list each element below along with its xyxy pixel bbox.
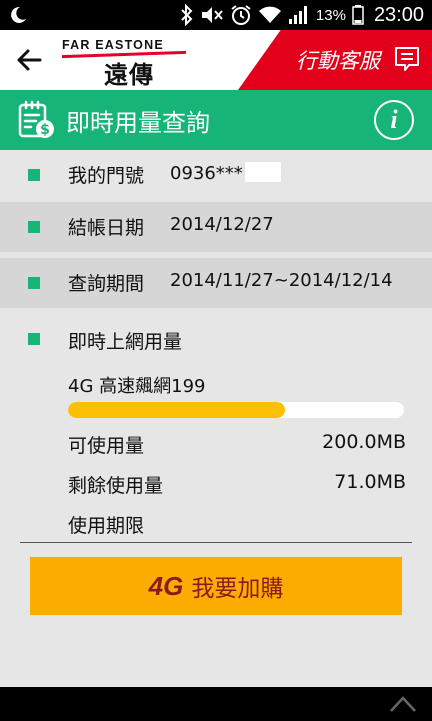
query-period-row: 查詢期間 2014/11/27~2014/12/14 <box>0 258 432 308</box>
phone-number-value: 0936*** <box>170 162 281 184</box>
buy-addon-label: 我要加購 <box>191 576 284 602</box>
usage-period-row: 使用期限 <box>68 511 406 541</box>
available-amount-label: 可使用量 <box>68 435 145 457</box>
alarm-icon <box>231 5 251 25</box>
svg-text:$: $ <box>40 122 50 138</box>
muted-volume-icon <box>201 7 223 23</box>
info-button[interactable]: i <box>374 100 414 140</box>
billing-date-label: 結帳日期 <box>68 217 145 239</box>
logo-text-zh: 遠傳 <box>104 61 154 89</box>
mobile-service-label: 行動客服 <box>296 49 380 73</box>
phone-number-row: 我的門號 0936*** <box>0 150 432 200</box>
remaining-amount-row: 剩餘使用量 71.0MB <box>68 471 406 501</box>
bullet-square <box>28 169 40 181</box>
system-nav-bar <box>0 687 432 721</box>
usage-progress-bar <box>68 402 404 418</box>
title-bar: $ 即時用量查詢 i <box>0 90 432 150</box>
plan-name: 4G 高速飆網199 <box>68 376 206 397</box>
usage-period-label: 使用期限 <box>68 515 145 537</box>
bullet-square <box>28 333 40 345</box>
chevron-up-icon[interactable] <box>388 693 418 715</box>
usage-progress-fill <box>68 402 285 418</box>
bullet-square <box>28 277 40 289</box>
chat-bubble-icon <box>395 47 419 71</box>
available-amount-row: 可使用量 200.0MB <box>68 431 406 461</box>
4g-badge: 4G <box>148 570 184 601</box>
bluetooth-icon <box>181 4 193 26</box>
moon-icon <box>11 6 26 23</box>
status-bar: 13% 23:00 <box>0 0 432 30</box>
billing-date-value: 2014/12/27 <box>170 214 274 235</box>
query-period-value: 2014/11/27~2014/12/14 <box>170 270 393 291</box>
divider <box>20 542 412 543</box>
page-title: 即時用量查詢 <box>66 109 210 137</box>
available-amount-value: 200.0MB <box>322 431 406 453</box>
clock: 23:00 <box>373 3 424 26</box>
usage-section-title: 即時上網用量 <box>68 331 183 353</box>
mobile-service-button[interactable]: 行動客服 <box>238 30 432 90</box>
query-period-label: 查詢期間 <box>68 273 145 295</box>
battery-icon <box>352 5 364 25</box>
remaining-amount-label: 剩餘使用量 <box>68 475 164 497</box>
billing-date-row: 結帳日期 2014/12/27 <box>0 202 432 252</box>
logo-text-en: FAR EASTONE <box>62 38 164 52</box>
bullet-square <box>28 221 40 233</box>
phone-number-label: 我的門號 <box>68 165 145 187</box>
wifi-icon <box>258 6 281 23</box>
app-header: FAR EASTONE 遠傳 行動客服 <box>0 30 432 90</box>
buy-addon-button[interactable]: 4G 我要加購 <box>30 557 402 615</box>
bill-clipboard-icon: $ <box>18 100 54 138</box>
signal-icon <box>288 6 307 24</box>
redaction-mask <box>244 162 281 182</box>
fareastone-logo: FAR EASTONE 遠傳 <box>62 38 192 89</box>
back-arrow-icon[interactable] <box>14 44 46 76</box>
status-icons: 13% 23:00 <box>180 0 424 30</box>
battery-percent: 13% <box>315 6 346 24</box>
remaining-amount-value: 71.0MB <box>334 471 406 493</box>
